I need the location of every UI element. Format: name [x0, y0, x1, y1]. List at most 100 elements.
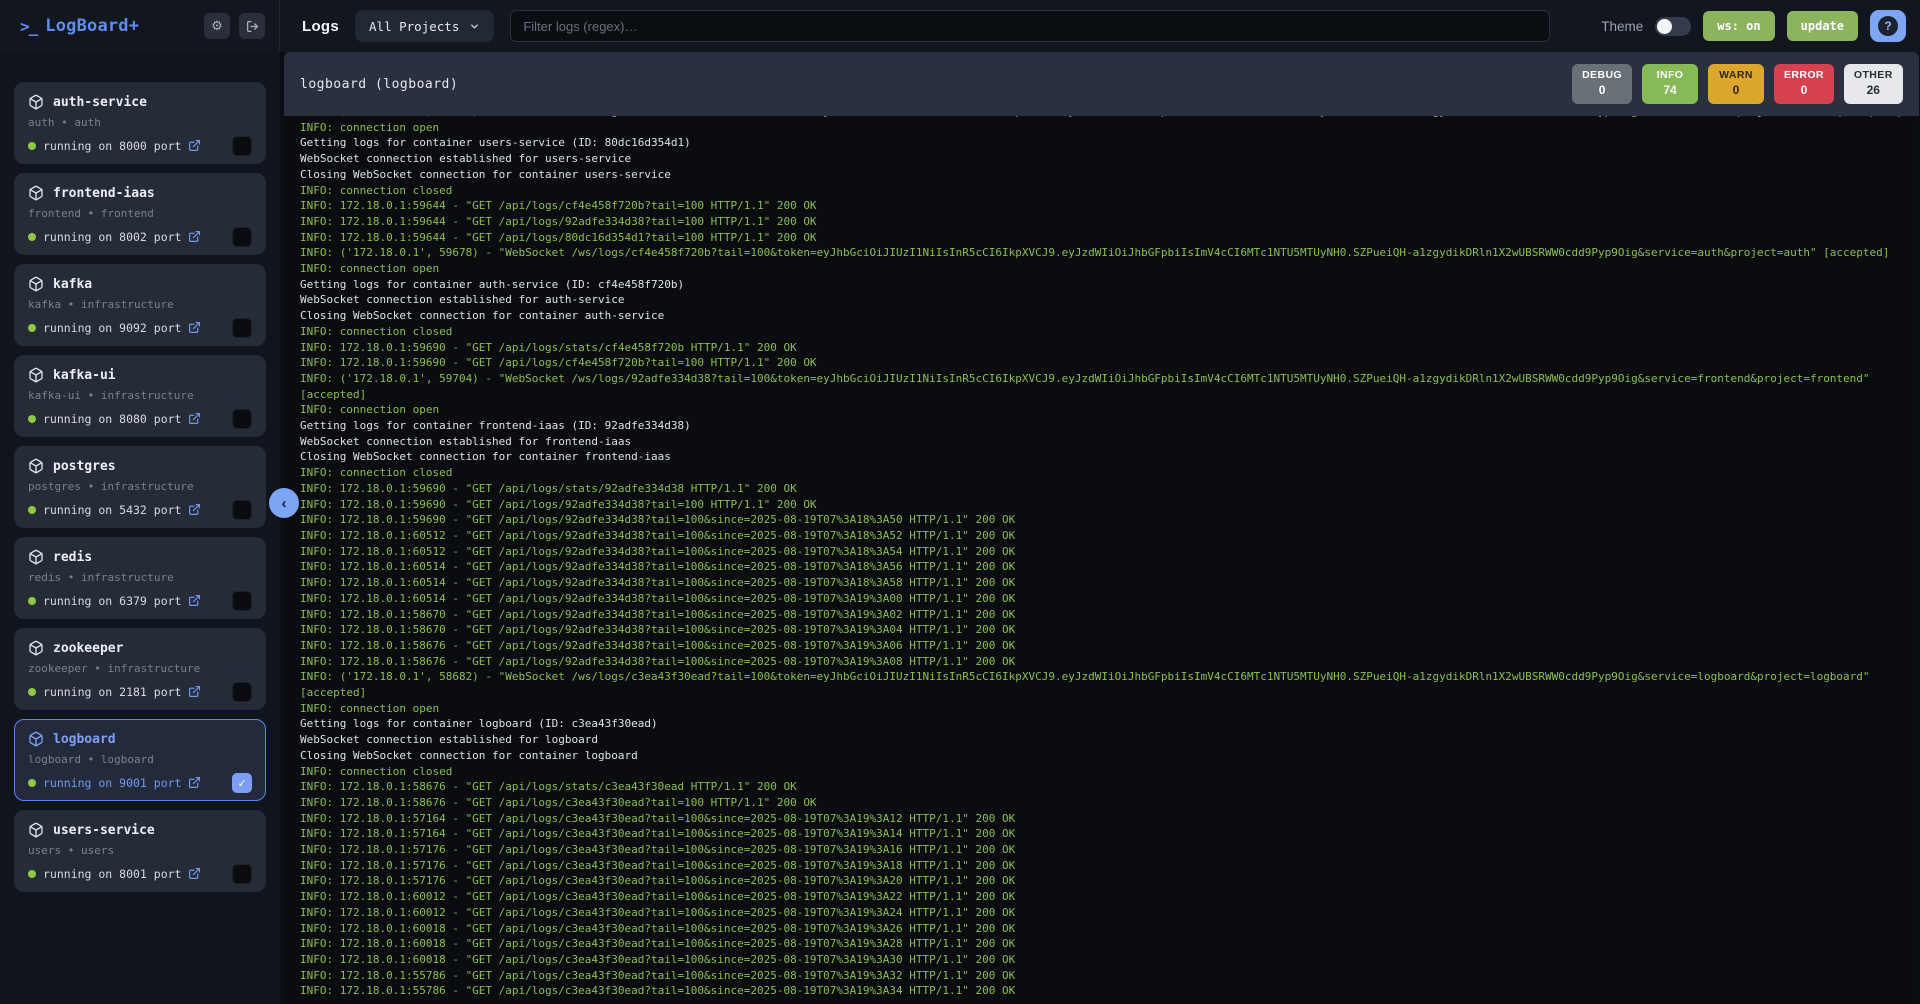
- external-link-icon[interactable]: [188, 685, 202, 699]
- external-link-icon[interactable]: [188, 412, 202, 426]
- help-button[interactable]: ?: [1870, 10, 1906, 42]
- package-icon: [28, 458, 44, 474]
- log-line: Getting logs for container auth-service …: [300, 277, 1903, 293]
- theme-label: Theme: [1601, 19, 1643, 34]
- sidebar-collapse-button[interactable]: ‹: [269, 488, 299, 518]
- package-icon: [28, 185, 44, 201]
- external-link-icon[interactable]: [188, 776, 202, 790]
- log-line: INFO: 172.18.0.1:60018 - "GET /api/logs/…: [300, 921, 1903, 937]
- service-checkbox[interactable]: [232, 864, 252, 884]
- log-line: INFO: 172.18.0.1:58676 - "GET /api/logs/…: [300, 654, 1903, 670]
- badge-error: ERROR0: [1774, 64, 1834, 104]
- external-link-icon[interactable]: [188, 503, 202, 517]
- service-card-kafka[interactable]: kafka kafka • infrastructure running on …: [14, 264, 266, 346]
- service-checkbox[interactable]: [232, 136, 252, 156]
- log-level-badges: DEBUG0INFO74WARN0ERROR0OTHER26: [1572, 64, 1903, 104]
- service-card-frontend-iaas[interactable]: frontend-iaas frontend • frontend runnin…: [14, 173, 266, 255]
- log-line: Getting logs for container frontend-iaas…: [300, 418, 1903, 434]
- log-line: INFO: 172.18.0.1:59644 - "GET /api/logs/…: [300, 214, 1903, 230]
- service-card-postgres[interactable]: postgres postgres • infrastructure runni…: [14, 446, 266, 528]
- service-checkbox[interactable]: [232, 318, 252, 338]
- log-line: INFO: ('172.18.0.1', 59678) - "WebSocket…: [300, 245, 1903, 261]
- chevron-left-icon: ‹: [282, 495, 287, 512]
- service-status: running on 8000 port: [43, 139, 181, 153]
- log-line: INFO: connection closed: [300, 764, 1903, 780]
- update-button[interactable]: update: [1787, 11, 1858, 41]
- service-subtitle: frontend • frontend: [28, 207, 252, 220]
- log-line: WebSocket connection established for log…: [300, 732, 1903, 748]
- log-line: INFO: 172.18.0.1:55786 - "GET /api/logs/…: [300, 983, 1903, 999]
- log-line: INFO: 172.18.0.1:60512 - "GET /api/logs/…: [300, 528, 1903, 544]
- app-title: LogBoard+: [45, 16, 139, 36]
- service-checkbox[interactable]: [232, 682, 252, 702]
- log-line: WebSocket connection established for use…: [300, 151, 1903, 167]
- log-line: INFO: 172.18.0.1:59690 - "GET /api/logs/…: [300, 340, 1903, 356]
- service-card-auth-service[interactable]: auth-service auth • auth running on 8000…: [14, 82, 266, 164]
- badge-label: OTHER: [1854, 69, 1893, 83]
- status-dot: [28, 415, 36, 423]
- external-link-icon[interactable]: [188, 594, 202, 608]
- theme-toggle-knob: [1657, 19, 1672, 34]
- badge-warn: WARN0: [1708, 64, 1764, 104]
- log-line: INFO: connection closed: [300, 324, 1903, 340]
- log-line: INFO: 172.18.0.1:59690 - "GET /api/logs/…: [300, 481, 1903, 497]
- settings-button[interactable]: ⚙: [204, 13, 230, 39]
- service-checkbox[interactable]: [232, 409, 252, 429]
- log-line: Getting logs for container logboard (ID:…: [300, 716, 1903, 732]
- log-line: INFO: 172.18.0.1:57176 - "GET /api/logs/…: [300, 873, 1903, 889]
- external-link-icon[interactable]: [188, 867, 202, 881]
- service-name: users-service: [53, 823, 155, 838]
- service-card-zookeeper[interactable]: zookeeper zookeeper • infrastructure run…: [14, 628, 266, 710]
- gear-icon: ⚙: [211, 18, 223, 34]
- service-card-redis[interactable]: redis redis • infrastructure running on …: [14, 537, 266, 619]
- badge-count: 26: [1854, 83, 1893, 98]
- log-line: INFO: 172.18.0.1:59690 - "GET /api/logs/…: [300, 497, 1903, 513]
- log-line: INFO: 172.18.0.1:60012 - "GET /api/logs/…: [300, 889, 1903, 905]
- chevron-down-icon: [469, 21, 480, 32]
- log-line: INFO: 172.18.0.1:60512 - "GET /api/logs/…: [300, 544, 1903, 560]
- package-icon: [28, 640, 44, 656]
- log-line: INFO: connection closed: [300, 183, 1903, 199]
- terminal-prompt-icon: >_: [20, 17, 37, 36]
- log-filter-input[interactable]: [510, 10, 1550, 42]
- badge-count: 0: [1582, 83, 1622, 98]
- service-checkbox[interactable]: [232, 500, 252, 520]
- log-line: INFO: 172.18.0.1:59644 - "GET /api/logs/…: [300, 230, 1903, 246]
- project-selector-dropdown[interactable]: All Projects: [355, 10, 494, 42]
- log-line: INFO: 172.18.0.1:59690 - "GET /api/logs/…: [300, 512, 1903, 528]
- service-name: zookeeper: [53, 641, 123, 656]
- log-line: INFO: 172.18.0.1:60514 - "GET /api/logs/…: [300, 575, 1903, 591]
- service-status: running on 8080 port: [43, 412, 181, 426]
- log-line: Closing WebSocket connection for contain…: [300, 748, 1903, 764]
- log-output[interactable]: INFO: ('172.18.0.1', 59642) - "WebSocket…: [284, 116, 1919, 1004]
- external-link-icon[interactable]: [188, 321, 202, 335]
- service-subtitle: auth • auth: [28, 116, 252, 129]
- logout-button[interactable]: [239, 13, 265, 39]
- service-name: kafka-ui: [53, 368, 116, 383]
- status-dot: [28, 597, 36, 605]
- service-card-logboard[interactable]: logboard logboard • logboard running on …: [14, 719, 266, 801]
- log-line: INFO: ('172.18.0.1', 59642) - "WebSocket…: [300, 116, 1903, 120]
- service-card-users-service[interactable]: users-service users • users running on 8…: [14, 810, 266, 892]
- log-line: INFO: 172.18.0.1:57164 - "GET /api/logs/…: [300, 826, 1903, 842]
- service-checkbox[interactable]: [232, 591, 252, 611]
- theme-toggle[interactable]: [1655, 17, 1691, 36]
- package-icon: [28, 822, 44, 838]
- log-line: INFO: 172.18.0.1:55786 - "GET /api/logs/…: [300, 968, 1903, 984]
- service-name: kafka: [53, 277, 92, 292]
- service-checkbox[interactable]: ✓: [232, 773, 252, 793]
- websocket-status-badge[interactable]: ws: on: [1703, 11, 1774, 41]
- service-subtitle: zookeeper • infrastructure: [28, 662, 252, 675]
- service-card-kafka-ui[interactable]: kafka-ui kafka-ui • infrastructure runni…: [14, 355, 266, 437]
- badge-label: ERROR: [1784, 69, 1824, 83]
- external-link-icon[interactable]: [188, 139, 202, 153]
- service-checkbox[interactable]: [232, 227, 252, 247]
- log-line: INFO: 172.18.0.1:60514 - "GET /api/logs/…: [300, 591, 1903, 607]
- status-dot: [28, 233, 36, 241]
- log-line: Closing WebSocket connection for contain…: [300, 167, 1903, 183]
- external-link-icon[interactable]: [188, 230, 202, 244]
- service-name: logboard: [53, 732, 116, 747]
- service-status: running on 8002 port: [43, 230, 181, 244]
- log-line: INFO: 172.18.0.1:60018 - "GET /api/logs/…: [300, 936, 1903, 952]
- badge-label: INFO: [1652, 69, 1688, 83]
